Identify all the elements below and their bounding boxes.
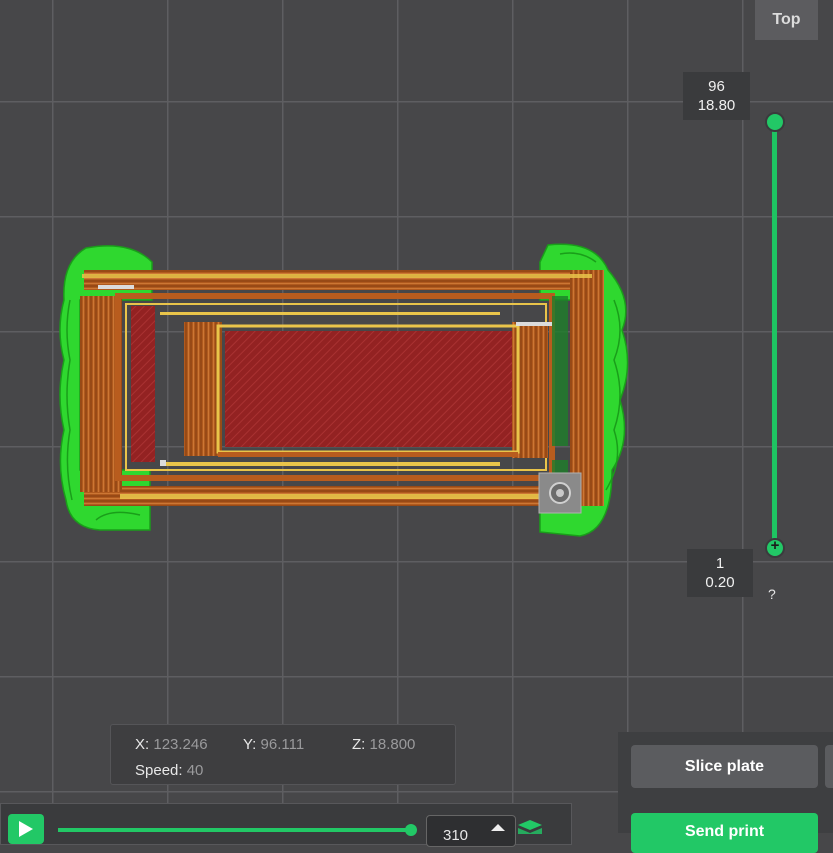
bottom-layer-height: 0.20 bbox=[705, 574, 735, 591]
slice-options-button[interactable] bbox=[825, 745, 833, 788]
move-number-value: 310 bbox=[443, 827, 469, 844]
play-button[interactable] bbox=[8, 814, 44, 844]
layers-icon[interactable] bbox=[518, 820, 542, 834]
position-info-panel: X: 123.246 Y: 96.111 Z: 18.800 Speed: 40 bbox=[110, 724, 456, 785]
top-layer-tooltip: 96 18.80 bbox=[683, 72, 750, 120]
bottom-layer-number: 1 bbox=[715, 555, 725, 572]
help-icon[interactable]: ? bbox=[768, 586, 776, 602]
view-top-button[interactable]: Top bbox=[755, 0, 818, 40]
top-layer-height: 18.80 bbox=[697, 97, 736, 114]
3d-viewport[interactable] bbox=[0, 0, 833, 833]
z-readout: Z: 18.800 bbox=[352, 736, 416, 753]
bottom-layer-handle[interactable] bbox=[765, 537, 785, 558]
move-number-input[interactable]: 310 bbox=[426, 815, 516, 847]
slice-plate-button[interactable]: Slice plate bbox=[631, 745, 818, 788]
x-readout: X: 123.246 bbox=[135, 736, 208, 753]
layer-slider-track[interactable] bbox=[772, 120, 777, 547]
play-icon bbox=[19, 821, 33, 837]
send-print-button[interactable]: Send print bbox=[631, 813, 818, 853]
arrow-up-icon[interactable] bbox=[491, 824, 505, 831]
y-readout: Y: 96.111 bbox=[243, 736, 305, 753]
speed-readout: Speed: 40 bbox=[135, 762, 204, 779]
bottom-layer-tooltip: 1 0.20 bbox=[687, 549, 753, 597]
move-slider-handle[interactable] bbox=[405, 824, 417, 836]
move-slider-track[interactable] bbox=[58, 828, 411, 832]
top-layer-number: 96 bbox=[708, 78, 725, 95]
top-layer-handle[interactable] bbox=[765, 112, 785, 132]
